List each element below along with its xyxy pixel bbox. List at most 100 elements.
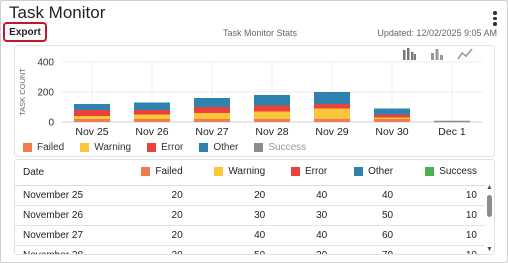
scroll-down-arrow-icon[interactable]: ▼: [486, 246, 493, 253]
bar-segment-error: [374, 114, 410, 118]
bar-segment-error: [74, 110, 110, 116]
column-header-label: Error: [304, 165, 328, 177]
legend-swatch-warning: [80, 143, 90, 152]
legend-label: Success: [268, 142, 307, 153]
cell-success: 10: [401, 185, 485, 206]
bar-segment-warning: [374, 117, 410, 119]
legend-swatch-success: [254, 143, 264, 152]
cell-date: November 28: [15, 245, 122, 254]
legend-item-other[interactable]: Other: [199, 142, 238, 153]
legend-label: Other: [213, 142, 239, 153]
bar-segment-warning: [314, 108, 350, 119]
warning-swatch-icon: [214, 166, 224, 176]
cell-other: 40: [335, 185, 402, 206]
bar-segment-warning: [194, 113, 230, 119]
bar-segment-error: [254, 105, 290, 112]
error-swatch-icon: [290, 166, 300, 176]
bar-segment-error: [134, 110, 170, 115]
table-row[interactable]: November 25 20 20 40 40 10: [15, 185, 485, 206]
cell-success: 10: [401, 225, 485, 246]
data-table-container: Date Failed Warning Error Other Success …: [14, 159, 495, 255]
bar-segment-other: [194, 98, 230, 107]
x-tick-label: Nov 30: [375, 126, 408, 138]
bar-segment-other: [254, 95, 290, 106]
export-button[interactable]: Export: [3, 22, 47, 42]
bar-segment-failed: [134, 119, 170, 122]
table-row[interactable]: November 26 20 30 30 50 10: [15, 205, 485, 226]
x-tick-label: Nov 26: [135, 126, 168, 138]
bar-segment-failed: [374, 119, 410, 122]
legend-item-error[interactable]: Error: [147, 142, 183, 153]
column-header-label: Other: [368, 165, 394, 177]
chart-legend: Failed Warning Error Other Success: [23, 142, 322, 153]
table-row[interactable]: November 27 20 40 40 60 10: [15, 225, 485, 246]
legend-item-warning[interactable]: Warning: [80, 142, 131, 153]
legend-swatch-failed: [23, 143, 32, 152]
bar-segment-other: [374, 108, 410, 115]
cell-other: 70: [335, 245, 402, 254]
bar-segment-error: [314, 104, 350, 109]
cell-failed: 20: [121, 185, 191, 206]
cell-date: November 26: [15, 205, 122, 226]
y-tick-label: 200: [37, 88, 54, 99]
x-tick-label: Nov 25: [75, 126, 108, 138]
data-table: Date Failed Warning Error Other Success …: [15, 160, 485, 254]
cell-other: 50: [335, 205, 402, 226]
stats-label: Task Monitor Stats: [223, 28, 298, 38]
legend-label: Error: [161, 142, 184, 153]
y-tick-label: 400: [37, 58, 54, 69]
bar-segment-warning: [254, 111, 290, 119]
cell-warning: 30: [190, 205, 274, 226]
x-tick-label: Dec 1: [438, 126, 466, 138]
legend-label: Failed: [37, 142, 65, 153]
cell-error: 30: [273, 205, 336, 226]
legend-item-success[interactable]: Success: [254, 142, 306, 153]
legend-label: Warning: [94, 142, 132, 153]
other-swatch-icon: [354, 166, 364, 176]
table-scrollbar[interactable]: ▲ ▼: [484, 184, 494, 254]
cell-failed: 20: [121, 245, 191, 254]
failed-swatch-icon: [141, 166, 151, 176]
bar-segment-other: [134, 102, 170, 110]
y-tick-label: 0: [48, 118, 54, 129]
table-header-row: Date Failed Warning Error Other Success: [15, 160, 485, 186]
column-header-error[interactable]: Error: [273, 160, 336, 186]
legend-swatch-error: [147, 143, 157, 152]
table-row[interactable]: November 28 20 50 30 70 10: [15, 245, 485, 254]
more-options-icon[interactable]: [493, 11, 497, 26]
scrollbar-thumb[interactable]: [487, 195, 492, 217]
cell-error: 40: [273, 225, 336, 246]
legend-swatch-other: [199, 143, 209, 152]
cell-other: 60: [335, 225, 402, 246]
x-tick-label: Nov 29: [315, 126, 348, 138]
column-header-date[interactable]: Date: [15, 160, 122, 186]
bar-segment-other: [314, 92, 350, 104]
task-monitor-panel: Task Monitor Export Task Monitor Stats U…: [0, 0, 508, 263]
bar-segment-warning: [134, 114, 170, 119]
bar-segment-failed: [314, 119, 350, 122]
cell-warning: 20: [190, 185, 274, 206]
success-swatch-icon: [425, 166, 435, 176]
cell-date: November 25: [15, 185, 122, 206]
cell-error: 30: [273, 245, 336, 254]
column-header-label: Failed: [155, 165, 183, 177]
column-header-failed[interactable]: Failed: [121, 160, 191, 186]
column-header-success[interactable]: Success: [401, 160, 485, 186]
legend-item-failed[interactable]: Failed: [23, 142, 64, 153]
column-header-other[interactable]: Other: [335, 160, 402, 186]
updated-timestamp: Updated: 12/02/2025 9:05 AM: [377, 28, 497, 38]
cell-error: 40: [273, 185, 336, 206]
scroll-up-arrow-icon[interactable]: ▲: [486, 184, 493, 191]
y-axis-label: TASK COUNT: [18, 68, 27, 116]
bar-segment-other: [74, 104, 110, 110]
cell-success: 10: [401, 205, 485, 226]
x-tick-label: Nov 28: [255, 126, 288, 138]
cell-failed: 20: [121, 205, 191, 226]
column-header-warning[interactable]: Warning: [190, 160, 274, 186]
cell-warning: 50: [190, 245, 274, 254]
bar-segment-failed: [74, 119, 110, 122]
column-header-label: Warning: [228, 165, 266, 177]
cell-success: 10: [401, 245, 485, 254]
bar-segment-failed: [254, 119, 290, 122]
page-title: Task Monitor: [9, 3, 106, 22]
